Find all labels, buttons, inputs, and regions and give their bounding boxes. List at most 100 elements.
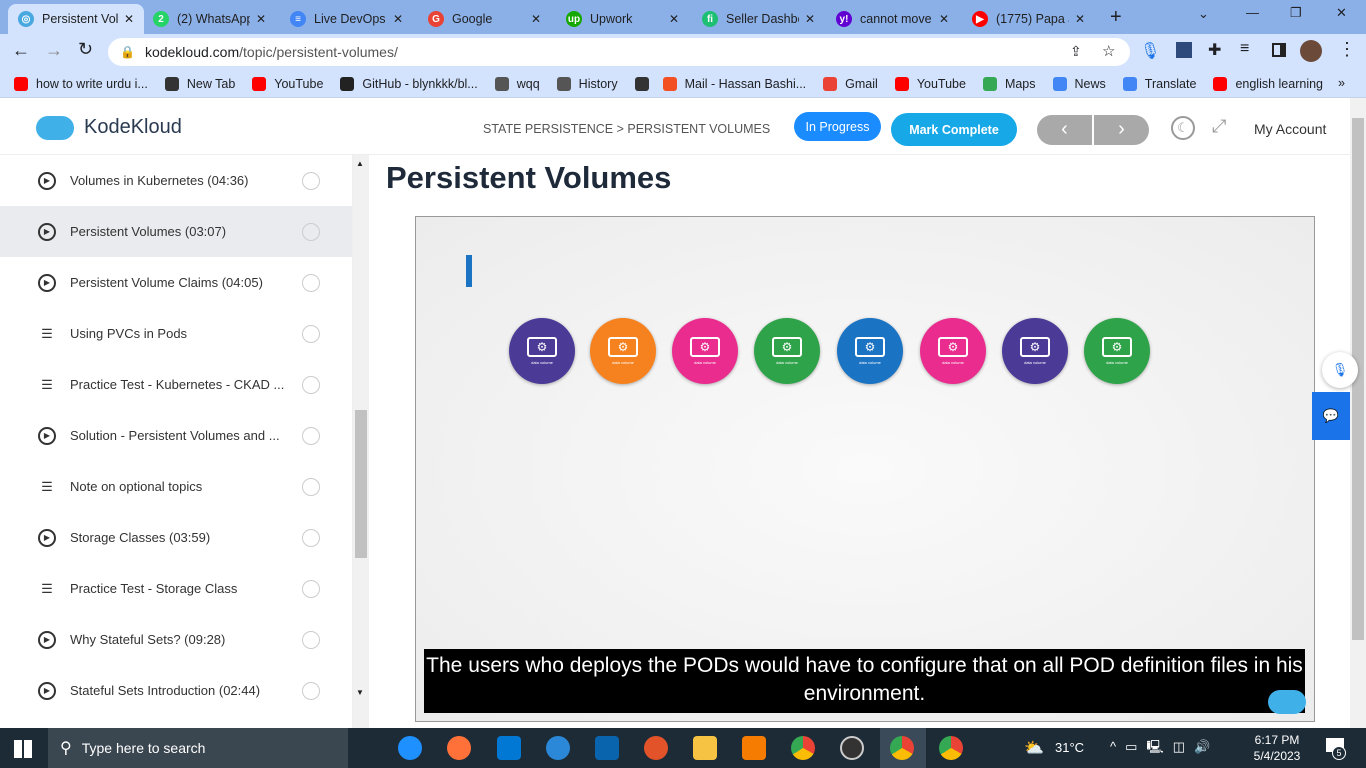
mark-complete-button[interactable]: Mark Complete xyxy=(891,113,1017,146)
bookmark-item[interactable]: Gmail xyxy=(823,76,878,91)
sidepanel-icon[interactable] xyxy=(1272,43,1286,57)
close-tab-icon[interactable]: ✕ xyxy=(256,12,266,26)
restore-icon[interactable]: ❐ xyxy=(1290,5,1302,21)
close-window-icon[interactable]: ✕ xyxy=(1336,5,1347,21)
bookmark-item[interactable]: Mail - Hassan Bashi... xyxy=(662,76,806,91)
completion-circle[interactable] xyxy=(302,222,320,241)
store-icon[interactable] xyxy=(497,736,521,760)
bookmark-item[interactable]: News xyxy=(1052,76,1106,91)
close-tab-icon[interactable]: ✕ xyxy=(669,12,679,26)
bookmark-item[interactable]: Translate xyxy=(1122,76,1196,91)
bookmark-item[interactable]: GitHub - blynkkk/bl... xyxy=(340,76,478,91)
completion-circle[interactable] xyxy=(302,528,320,547)
clock-time[interactable]: 6:17 PM xyxy=(1254,733,1300,747)
minimize-icon[interactable]: — xyxy=(1246,5,1259,20)
browser-tab[interactable]: y! cannot move ✕ xyxy=(826,4,959,34)
completion-circle[interactable] xyxy=(302,324,320,343)
completion-circle[interactable] xyxy=(302,579,320,598)
lesson-item[interactable]: ▶ Stateful Sets Introduction (02:44) xyxy=(0,665,352,716)
media-icon[interactable]: ≡ xyxy=(1240,40,1249,58)
completion-circle[interactable] xyxy=(302,426,320,445)
reload-icon[interactable]: ↻ xyxy=(78,39,93,60)
mail-icon[interactable] xyxy=(595,736,619,760)
more-bookmarks-icon[interactable]: » xyxy=(1338,76,1345,90)
app-icon[interactable] xyxy=(546,736,570,760)
close-tab-icon[interactable]: ✕ xyxy=(531,12,541,26)
completion-circle[interactable] xyxy=(302,477,320,496)
menu-icon[interactable]: ⋮ xyxy=(1338,39,1356,60)
bookmark-item[interactable]: New Tab xyxy=(164,76,235,91)
page-scrollbar[interactable] xyxy=(1350,98,1366,728)
voice-widget-icon[interactable]: 🎙 xyxy=(1322,352,1358,388)
chrome-profile-icon[interactable] xyxy=(939,736,963,760)
sidebar-scroll-thumb[interactable] xyxy=(355,410,367,558)
profile-avatar[interactable] xyxy=(1300,40,1322,62)
close-tab-icon[interactable]: ✕ xyxy=(393,12,403,26)
bookmark-item[interactable]: YouTube xyxy=(894,76,966,91)
extensions-icon[interactable]: ✚ xyxy=(1208,40,1221,60)
bookmark-item[interactable]: YouTube xyxy=(252,76,323,91)
scroll-up-icon[interactable]: ▲ xyxy=(356,159,364,168)
completion-circle[interactable] xyxy=(302,681,320,700)
camera-app-icon[interactable] xyxy=(840,736,864,760)
breadcrumb[interactable]: STATE PERSISTENCE > PERSISTENT VOLUMES xyxy=(483,122,770,136)
share-icon[interactable]: ⇪ xyxy=(1070,43,1082,60)
lesson-item[interactable]: ☰ Practice Test - Kubernetes - CKAD ... xyxy=(0,359,352,410)
lesson-item[interactable]: ☰ Using PVCs in Pods xyxy=(0,308,352,359)
edge-icon[interactable] xyxy=(398,736,422,760)
clock-date[interactable]: 5/4/2023 xyxy=(1250,749,1304,763)
lesson-item[interactable]: ▶ Persistent Volume Claims (04:05) xyxy=(0,257,352,308)
lesson-item[interactable]: ☰ Practice Test - Storage Class xyxy=(0,563,352,614)
browser-tab[interactable]: 2 (2) WhatsApp ✕ xyxy=(143,4,276,34)
bookmark-item[interactable]: Maps xyxy=(982,76,1036,91)
fullscreen-icon[interactable]: ⤢ xyxy=(1212,116,1226,137)
dark-mode-icon[interactable]: ☾ xyxy=(1171,116,1195,140)
file-explorer-icon[interactable] xyxy=(693,736,717,760)
close-tab-icon[interactable]: ✕ xyxy=(939,12,949,26)
close-tab-icon[interactable]: ✕ xyxy=(1075,12,1085,26)
sidebar-scrollbar[interactable]: ▲ ▼ xyxy=(353,155,369,728)
firefox-icon[interactable] xyxy=(447,736,471,760)
lesson-item[interactable]: ▶ Why Stateful Sets? (09:28) xyxy=(0,614,352,665)
weather-icon[interactable]: ⛅ xyxy=(1024,738,1044,758)
download-extension-icon[interactable] xyxy=(1176,42,1192,58)
lesson-item[interactable]: ▶ Persistent Volumes (03:07) xyxy=(0,206,352,257)
chrome-icon[interactable] xyxy=(791,736,815,760)
browser-tab[interactable]: up Upwork ✕ xyxy=(556,4,689,34)
completion-circle[interactable] xyxy=(302,171,320,190)
bookmark-star-icon[interactable]: ☆ xyxy=(1102,42,1115,60)
browser-tab[interactable]: G Google ✕ xyxy=(418,4,551,34)
close-tab-icon[interactable]: ✕ xyxy=(124,12,134,26)
my-account-link[interactable]: My Account xyxy=(1254,121,1326,137)
completion-circle[interactable] xyxy=(302,273,320,292)
lesson-item[interactable]: ▶ Storage Classes (03:59) xyxy=(0,512,352,563)
lesson-item[interactable]: ▶ Solution - Persistent Volumes and ... xyxy=(0,410,352,461)
chrome-icon[interactable] xyxy=(890,736,914,760)
bookmark-item[interactable]: History xyxy=(556,76,618,91)
close-tab-icon[interactable]: ✕ xyxy=(805,12,815,26)
bookmark-item[interactable]: how to write urdu i... xyxy=(14,76,148,91)
chat-widget-button[interactable]: 💬 xyxy=(1312,392,1350,440)
browser-tab[interactable]: ▶ (1775) Papa J ✕ xyxy=(962,4,1095,34)
browser-tab[interactable]: ≡ Live DevOps ✕ xyxy=(280,4,413,34)
taskbar-search[interactable]: ⚲ Type here to search xyxy=(48,728,348,768)
temperature[interactable]: 31°C xyxy=(1055,740,1084,755)
scroll-down-icon[interactable]: ▼ xyxy=(356,688,364,697)
tab-search-icon[interactable]: ⌄ xyxy=(1198,6,1209,22)
mic-extension-icon[interactable]: 🎙 xyxy=(1140,41,1160,61)
next-lesson-button[interactable]: › xyxy=(1094,115,1149,145)
start-icon[interactable] xyxy=(14,740,32,758)
bookmark-item[interactable] xyxy=(634,76,657,91)
video-player[interactable] xyxy=(415,216,1315,722)
lesson-item[interactable]: ▶ Volumes in Kubernetes (04:36) xyxy=(0,155,352,206)
bookmark-item[interactable]: wqq xyxy=(494,76,540,91)
previous-lesson-button[interactable]: ‹ xyxy=(1037,115,1092,145)
logo-text[interactable]: KodeKloud xyxy=(84,116,182,139)
back-icon[interactable]: ← xyxy=(12,40,30,61)
lesson-item[interactable]: ☰ Note on optional topics xyxy=(0,461,352,512)
new-tab-icon[interactable]: + xyxy=(1110,6,1122,29)
browser-tab[interactable]: fi Seller Dashbo ✕ xyxy=(692,4,825,34)
bookmark-item[interactable]: english learning xyxy=(1213,76,1323,91)
completion-circle[interactable] xyxy=(302,630,320,649)
forward-icon[interactable]: → xyxy=(45,40,63,61)
